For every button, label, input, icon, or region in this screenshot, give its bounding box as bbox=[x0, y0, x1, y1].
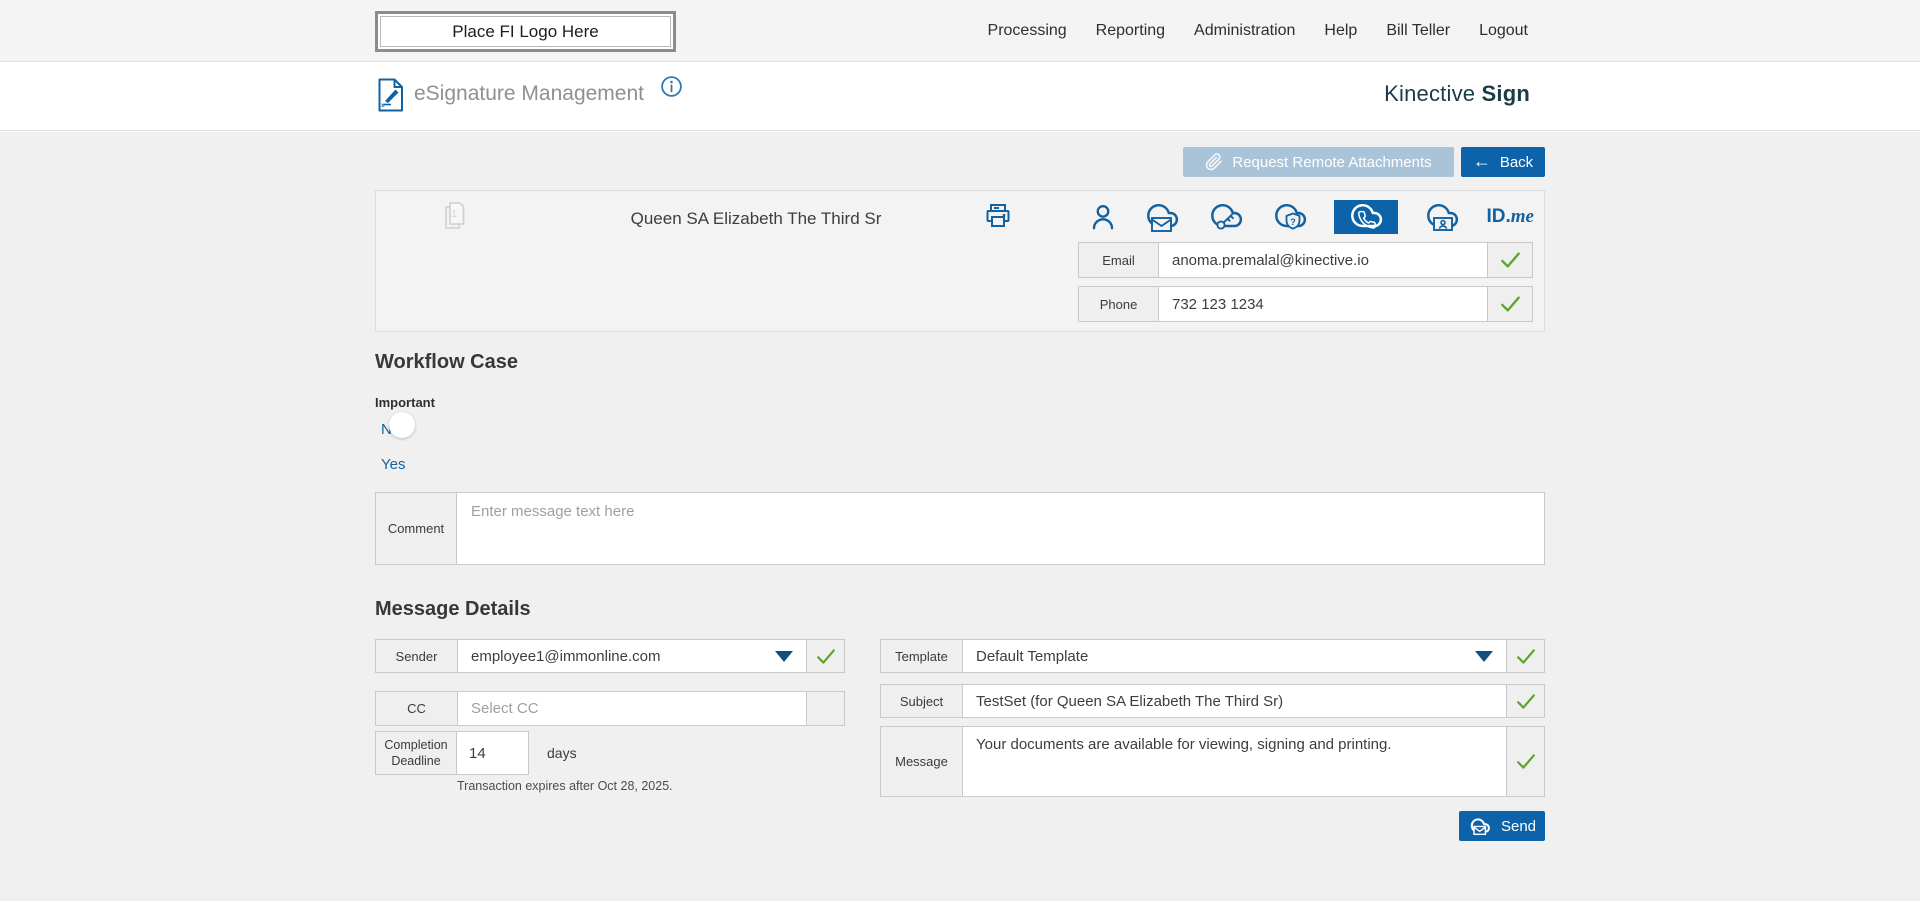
nav-administration[interactable]: Administration bbox=[1194, 22, 1295, 40]
idme-logo[interactable]: ID.me bbox=[1486, 206, 1534, 228]
brand-name: Kinective bbox=[1384, 81, 1475, 106]
template-valid-cell bbox=[1506, 640, 1544, 672]
chevron-down-icon[interactable] bbox=[1475, 651, 1493, 662]
back-arrow-icon: ← bbox=[1473, 152, 1491, 170]
sender-label: Sender bbox=[376, 640, 458, 672]
subject-label: Subject bbox=[881, 685, 963, 717]
template-row: Template Default Template bbox=[880, 639, 1545, 673]
main-nav: Processing Reporting Administration Help… bbox=[988, 0, 1528, 62]
template-value: Default Template bbox=[976, 648, 1088, 665]
kinective-sign-logo: Kinective Sign bbox=[1384, 81, 1530, 107]
check-icon bbox=[1499, 250, 1522, 270]
message-textarea[interactable]: Your documents are available for viewing… bbox=[963, 727, 1506, 796]
app-header: x eSignature Management Kinective Sign bbox=[0, 62, 1920, 131]
back-label: Back bbox=[1500, 154, 1533, 171]
template-select[interactable]: Default Template bbox=[963, 640, 1506, 672]
template-label: Template bbox=[881, 640, 963, 672]
esignature-page: Place FI Logo Here Processing Reporting … bbox=[0, 0, 1920, 901]
check-icon bbox=[1515, 752, 1537, 771]
sender-value: employee1@immonline.com bbox=[471, 648, 660, 665]
cloud-phone-icon[interactable] bbox=[1334, 200, 1398, 234]
svg-text:1: 1 bbox=[451, 209, 457, 220]
comment-row: Comment bbox=[375, 492, 1545, 565]
cc-label: CC bbox=[376, 692, 458, 725]
completion-deadline-label: Completion Deadline bbox=[375, 731, 457, 775]
subject-input[interactable] bbox=[963, 685, 1506, 717]
cloud-email-icon[interactable] bbox=[1142, 200, 1182, 234]
fi-logo-placeholder: Place FI Logo Here bbox=[375, 11, 676, 52]
phone-label: Phone bbox=[1079, 287, 1159, 321]
topbar: Place FI Logo Here Processing Reporting … bbox=[0, 0, 1920, 62]
info-icon[interactable] bbox=[660, 75, 683, 98]
sender-row: Sender employee1@immonline.com bbox=[375, 639, 845, 673]
cc-input[interactable] bbox=[458, 692, 806, 725]
check-icon bbox=[1515, 692, 1537, 711]
back-button[interactable]: ← Back bbox=[1461, 147, 1545, 177]
message-details-title: Message Details bbox=[375, 598, 531, 621]
brand-product: Sign bbox=[1482, 81, 1530, 106]
subject-valid-cell bbox=[1506, 685, 1544, 717]
recipient-card: 1 Queen SA Elizabeth The Third Sr bbox=[375, 190, 1545, 332]
cc-empty-cell bbox=[806, 692, 844, 725]
cloud-security-question-icon[interactable]: ? bbox=[1270, 200, 1310, 234]
comment-textarea[interactable] bbox=[456, 492, 1545, 565]
important-option-yes[interactable]: Yes bbox=[381, 456, 405, 473]
idme-bold-text: ID. bbox=[1486, 206, 1510, 228]
workflow-case-title: Workflow Case bbox=[375, 351, 518, 374]
cloud-id-card-icon[interactable] bbox=[1422, 200, 1462, 234]
email-field-row: Email bbox=[1078, 242, 1533, 278]
nav-help[interactable]: Help bbox=[1324, 22, 1357, 40]
print-icon[interactable] bbox=[983, 201, 1013, 233]
cc-row: CC bbox=[375, 691, 845, 726]
nav-processing[interactable]: Processing bbox=[988, 22, 1067, 40]
comment-label: Comment bbox=[375, 492, 457, 565]
email-input[interactable] bbox=[1159, 243, 1487, 277]
important-label: Important bbox=[375, 395, 435, 410]
esignature-document-icon: x bbox=[375, 77, 406, 113]
nav-logout[interactable]: Logout bbox=[1479, 22, 1528, 40]
svg-text:x: x bbox=[381, 102, 385, 109]
nav-user-bill-teller[interactable]: Bill Teller bbox=[1386, 22, 1450, 40]
sender-valid-cell bbox=[806, 640, 844, 672]
send-button[interactable]: Send bbox=[1459, 811, 1545, 841]
paperclip-icon bbox=[1205, 153, 1223, 171]
chevron-down-icon[interactable] bbox=[775, 651, 793, 662]
toggle-knob[interactable] bbox=[389, 412, 415, 438]
idme-italic-text: me bbox=[1511, 206, 1534, 228]
check-icon bbox=[815, 647, 837, 666]
message-row: Message Your documents are available for… bbox=[880, 726, 1545, 797]
request-remote-attachments-button[interactable]: Request Remote Attachments bbox=[1183, 147, 1454, 177]
sender-select[interactable]: employee1@immonline.com bbox=[458, 640, 806, 672]
phone-field-row: Phone bbox=[1078, 286, 1533, 322]
email-label: Email bbox=[1079, 243, 1159, 277]
message-valid-cell bbox=[1506, 727, 1544, 796]
document-pages-icon: 1 bbox=[442, 199, 470, 233]
svg-text:?: ? bbox=[1290, 217, 1296, 227]
subject-row: Subject bbox=[880, 684, 1545, 718]
send-label: Send bbox=[1501, 818, 1536, 835]
check-icon bbox=[1515, 647, 1537, 666]
request-remote-attachments-label: Request Remote Attachments bbox=[1232, 154, 1431, 171]
delivery-channels: ? bbox=[1088, 197, 1534, 237]
phone-input[interactable] bbox=[1159, 287, 1487, 321]
fi-logo-text: Place FI Logo Here bbox=[452, 22, 598, 42]
cloud-send-icon bbox=[1468, 816, 1492, 837]
phone-valid-cell bbox=[1487, 287, 1532, 321]
cloud-key-icon[interactable] bbox=[1206, 200, 1246, 234]
check-icon bbox=[1499, 294, 1522, 314]
email-valid-cell bbox=[1487, 243, 1532, 277]
days-unit-label: days bbox=[547, 731, 577, 775]
completion-deadline-row: Completion Deadline days bbox=[375, 731, 577, 775]
expiration-note: Transaction expires after Oct 28, 2025. bbox=[457, 779, 673, 793]
content-area: Request Remote Attachments ← Back 1 Quee… bbox=[0, 132, 1920, 901]
page-title: eSignature Management bbox=[414, 82, 644, 106]
nav-reporting[interactable]: Reporting bbox=[1096, 22, 1165, 40]
recipient-name: Queen SA Elizabeth The Third Sr bbox=[546, 209, 966, 229]
message-label: Message bbox=[881, 727, 963, 796]
person-icon[interactable] bbox=[1088, 201, 1118, 233]
completion-deadline-input[interactable] bbox=[456, 731, 529, 775]
